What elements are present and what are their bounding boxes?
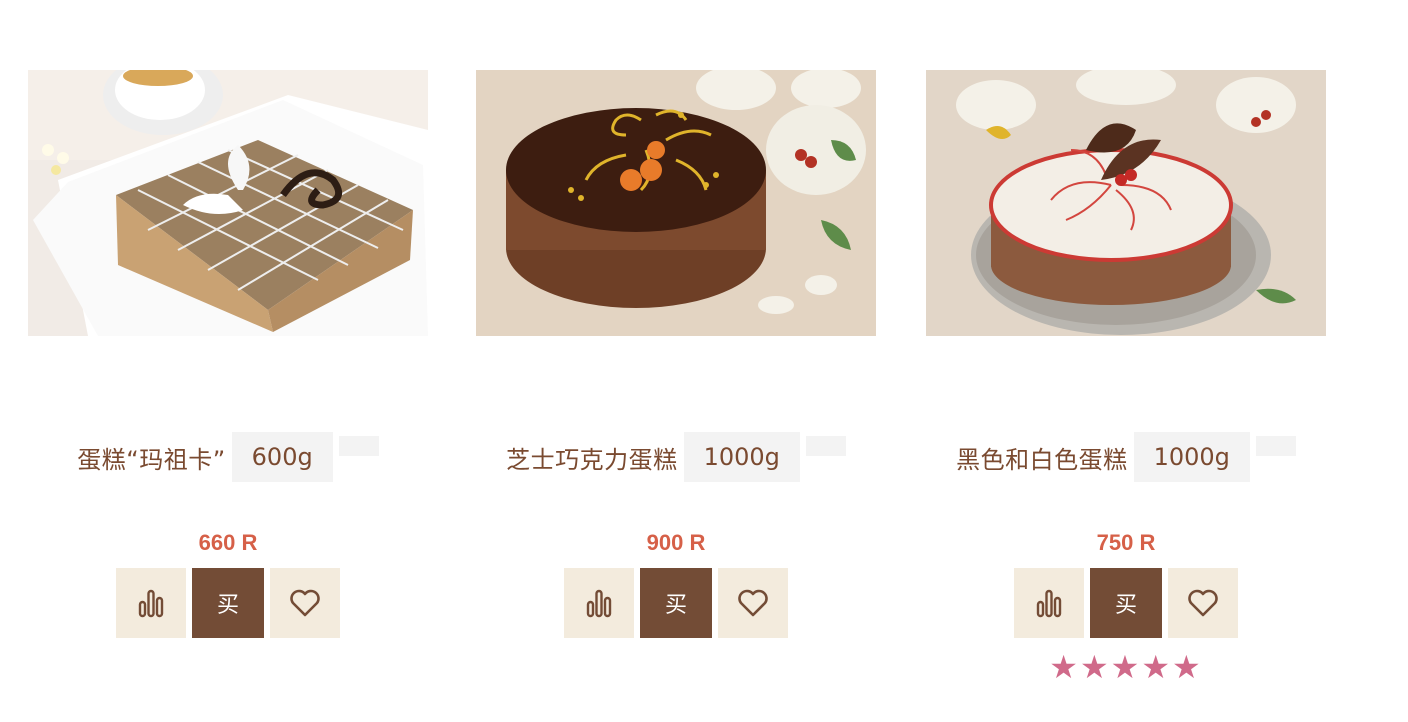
rating-stars[interactable]: ★★★★★ (926, 648, 1326, 686)
chart-bars-icon (586, 589, 612, 618)
product-price: 660 R (198, 530, 258, 555)
wishlist-button[interactable] (270, 568, 340, 638)
product-image[interactable] (28, 70, 428, 336)
product-card: 蛋糕“玛祖卡” 600g 660 R 买 (28, 70, 428, 690)
buy-button[interactable]: 买 (640, 568, 712, 638)
weight-badge: 1000g (683, 432, 800, 482)
compare-button[interactable] (116, 568, 186, 638)
product-name[interactable]: 芝士巧克力蛋糕 (506, 440, 678, 475)
product-title-row: 芝士巧克力蛋糕 1000g (476, 432, 876, 482)
product-actions: 买 (476, 568, 876, 638)
weight-option-placeholder (805, 436, 846, 456)
weight-option-placeholder (1255, 436, 1296, 456)
heart-icon (1188, 589, 1218, 617)
buy-button[interactable]: 买 (1090, 568, 1162, 638)
product-image[interactable] (926, 70, 1326, 336)
heart-icon (290, 589, 320, 617)
product-title-row: 蛋糕“玛祖卡” 600g (28, 432, 428, 482)
weight-badge: 600g (231, 432, 333, 482)
chart-bars-icon (138, 589, 164, 618)
compare-button[interactable] (1014, 568, 1084, 638)
product-name[interactable]: 蛋糕“玛祖卡” (77, 440, 225, 475)
black-white-cake-image (926, 70, 1326, 336)
buy-button[interactable]: 买 (192, 568, 264, 638)
product-card: 黑色和白色蛋糕 1000g 750 R 买 ★★★★★ (926, 70, 1326, 690)
weight-badge: 1000g (1133, 432, 1250, 482)
wishlist-button[interactable] (1168, 568, 1238, 638)
product-card: 芝士巧克力蛋糕 1000g 900 R 买 (476, 70, 876, 690)
product-actions: 买 (926, 568, 1326, 638)
mazurka-cake-image (28, 70, 428, 336)
compare-button[interactable] (564, 568, 634, 638)
chocolate-cheese-cake-image (476, 70, 876, 336)
product-price: 750 R (1096, 530, 1156, 555)
product-name[interactable]: 黑色和白色蛋糕 (956, 440, 1128, 475)
product-actions: 买 (28, 568, 428, 638)
heart-icon (738, 589, 768, 617)
product-title-row: 黑色和白色蛋糕 1000g (926, 432, 1326, 482)
weight-option-placeholder (338, 436, 379, 456)
wishlist-button[interactable] (718, 568, 788, 638)
product-image[interactable] (476, 70, 876, 336)
chart-bars-icon (1036, 589, 1062, 618)
product-price: 900 R (646, 530, 706, 555)
